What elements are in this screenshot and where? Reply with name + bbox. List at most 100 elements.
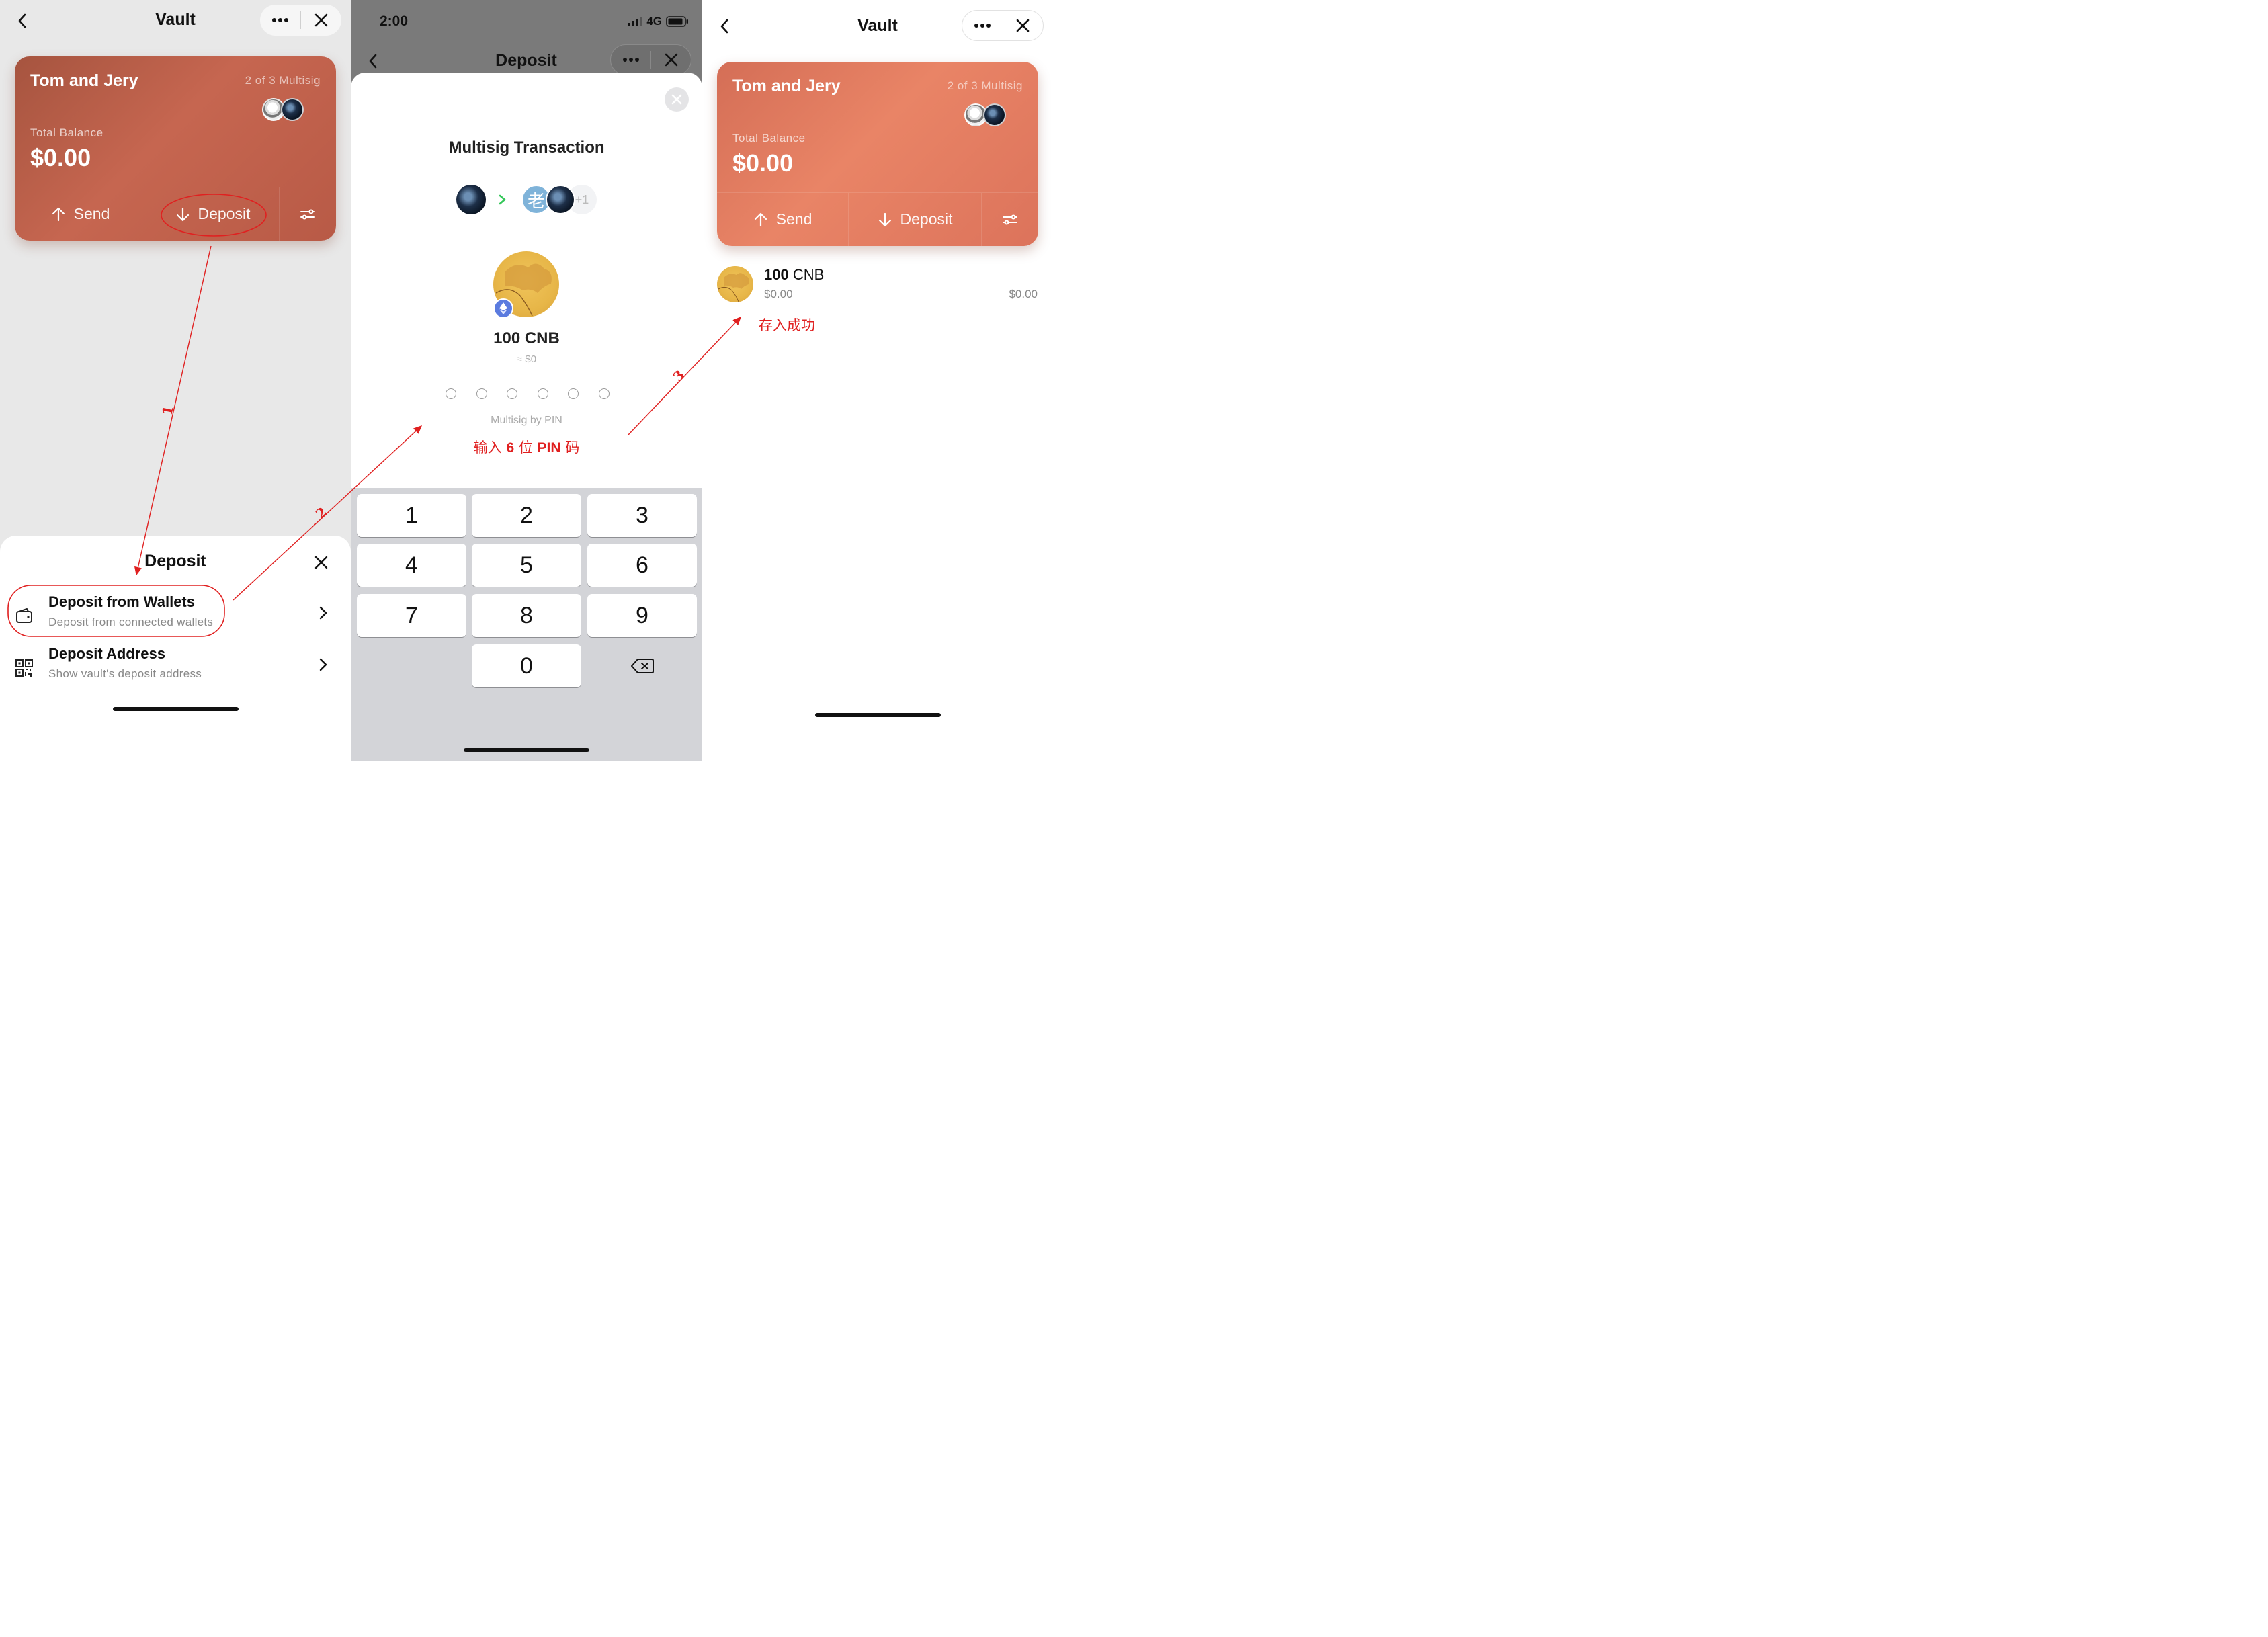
backspace-icon[interactable]: [587, 644, 697, 687]
vault-name: Tom and Jery: [732, 77, 841, 95]
pin-annotation: 输入 6 位 PIN 码: [473, 439, 580, 456]
key-0[interactable]: 0: [472, 644, 581, 687]
deposit-button[interactable]: Deposit: [849, 193, 982, 246]
vault-name: Tom and Jery: [30, 71, 138, 90]
asset-fiat: $0.00: [764, 288, 793, 300]
deposit-label: Deposit: [900, 210, 953, 228]
more-icon[interactable]: [962, 10, 1003, 41]
key-3[interactable]: 3: [587, 494, 697, 537]
nav-capsule: [610, 44, 691, 75]
send-button[interactable]: Send: [717, 193, 849, 246]
filter-button[interactable]: [982, 193, 1038, 246]
nav-capsule: [962, 10, 1044, 41]
sheet-title: Deposit: [144, 552, 206, 571]
page-title: Deposit: [495, 51, 557, 70]
deposit-label: Deposit: [198, 205, 251, 222]
vault-screen-before: Vault Tom and Jery 2 of 3 Multisig Total…: [0, 0, 351, 761]
member-avatars: [262, 98, 304, 121]
send-label: Send: [73, 205, 110, 222]
option-title: Deposit Address: [48, 645, 166, 662]
key-6[interactable]: 6: [587, 544, 697, 587]
asset-amount: 100 CNB: [764, 266, 825, 283]
multisig-badge: 2 of 3 Multisig: [947, 79, 1023, 92]
close-icon[interactable]: [651, 44, 691, 75]
signer-avatar: [546, 185, 575, 214]
close-icon[interactable]: [301, 5, 341, 36]
success-annotation: 存入成功: [759, 317, 815, 333]
transaction-amount: 100 CNB: [493, 329, 560, 347]
vault-screen-after: Vault Tom and Jery 2 of 3 Multisig Total…: [702, 0, 1054, 761]
arrow-up-icon: [52, 207, 65, 221]
back-chevron-icon[interactable]: [363, 51, 383, 71]
arrow-up-icon: [754, 212, 767, 226]
key-1[interactable]: 1: [357, 494, 466, 537]
card-actions: Send Deposit: [717, 192, 1038, 246]
home-indicator: [113, 707, 239, 711]
status-time: 2:00: [380, 13, 409, 29]
pin-dots[interactable]: [446, 388, 610, 399]
page-title: Vault: [857, 16, 898, 35]
numeric-keypad: 1 2 3 4 5 6 7 8 9 0: [351, 488, 702, 761]
option-subtitle: Deposit from connected wallets: [48, 616, 214, 628]
signal-icon: [628, 17, 643, 26]
key-4[interactable]: 4: [357, 544, 466, 587]
sliders-icon: [1003, 214, 1017, 224]
key-8[interactable]: 8: [472, 594, 581, 637]
ethereum-icon: [493, 298, 513, 319]
option-title: Deposit from Wallets: [48, 593, 195, 610]
back-chevron-icon[interactable]: [12, 11, 32, 31]
transfer-flow: +1 老: [351, 184, 702, 215]
more-icon[interactable]: [260, 5, 300, 36]
balance-label: Total Balance: [30, 126, 103, 139]
multisig-transaction-modal: Multisig Transaction +1 老 100 CNB ≈ $0 M…: [351, 73, 702, 489]
close-icon[interactable]: [1003, 10, 1043, 41]
chevron-right-icon: [499, 194, 506, 205]
close-icon[interactable]: [665, 87, 689, 112]
sliders-icon: [300, 209, 315, 219]
more-icon[interactable]: [611, 44, 650, 75]
wallet-icon: [15, 607, 34, 626]
deposit-address-option[interactable]: Deposit Address Show vault's deposit add…: [0, 645, 351, 692]
option-subtitle: Show vault's deposit address: [48, 667, 202, 680]
filter-button[interactable]: [280, 187, 336, 241]
deposit-button[interactable]: Deposit: [146, 187, 280, 241]
page-title: Vault: [155, 10, 196, 29]
back-chevron-icon[interactable]: [714, 16, 734, 36]
key-5[interactable]: 5: [472, 544, 581, 587]
pin-dot: [476, 388, 487, 399]
home-indicator: [815, 713, 941, 717]
member-avatars: [964, 103, 1006, 126]
deposit-from-wallets-option[interactable]: Deposit from Wallets Deposit from connec…: [0, 593, 351, 640]
pin-dot: [598, 388, 610, 399]
vault-card: Tom and Jery 2 of 3 Multisig Total Balan…: [717, 62, 1038, 246]
send-label: Send: [775, 210, 812, 228]
pin-dot: [537, 388, 548, 399]
arrow-down-icon: [176, 207, 189, 221]
qr-code-icon: [15, 659, 34, 677]
avatar: [281, 98, 304, 121]
key-7[interactable]: 7: [357, 594, 466, 637]
battery-icon: [666, 16, 688, 27]
send-button[interactable]: Send: [15, 187, 146, 241]
pin-dot: [446, 388, 456, 399]
avatar: [983, 103, 1006, 126]
balance-label: Total Balance: [732, 132, 806, 144]
chevron-right-icon: [319, 605, 332, 623]
key-9[interactable]: 9: [587, 594, 697, 637]
network-label: 4G: [646, 15, 662, 28]
vault-card: Tom and Jery 2 of 3 Multisig Total Balan…: [15, 56, 336, 241]
chevron-right-icon: [319, 657, 332, 675]
balance-value: $0.00: [30, 144, 91, 171]
balance-value: $0.00: [732, 149, 794, 177]
home-indicator: [464, 748, 589, 752]
multisig-badge: 2 of 3 Multisig: [245, 74, 321, 87]
card-actions: Send Deposit: [15, 187, 336, 241]
deposit-pin-screen: 2:00 4G Deposit Multisig Transaction +1 …: [351, 0, 702, 761]
close-icon[interactable]: [312, 553, 331, 572]
pin-label: Multisig by PIN: [491, 415, 562, 426]
asset-fiat-total: $0.00: [1009, 288, 1038, 300]
amount-fiat: ≈ $0: [516, 353, 537, 365]
sender-avatar: [456, 185, 486, 214]
cnb-token-icon: [717, 266, 753, 302]
key-2[interactable]: 2: [472, 494, 581, 537]
